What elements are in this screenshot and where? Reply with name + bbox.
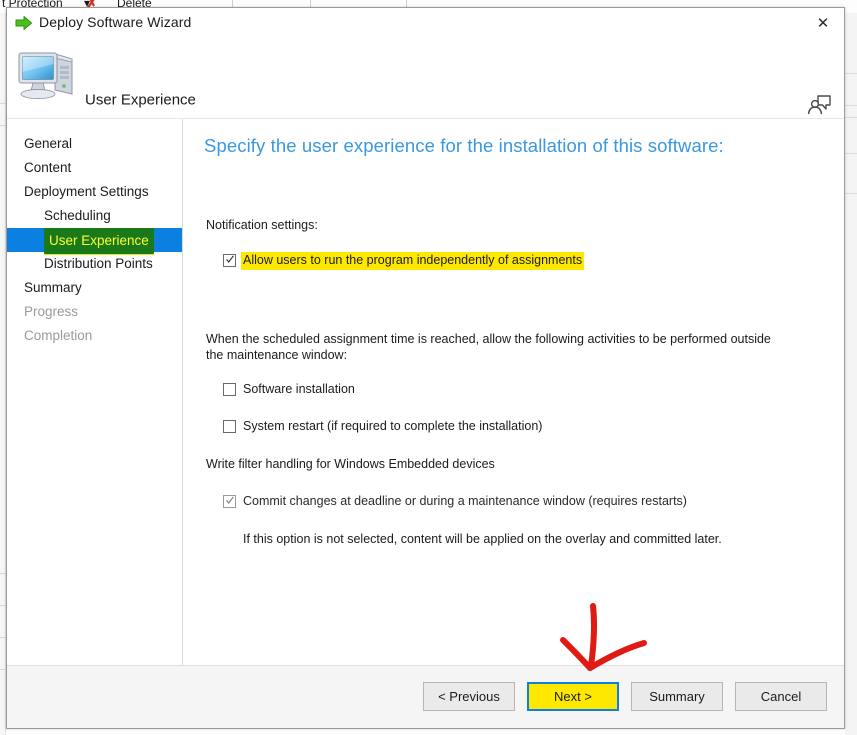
dialog-footer: < Previous Next > Summary Cancel	[7, 665, 844, 728]
header-title: User Experience	[85, 91, 196, 109]
sidebar-item-label: General	[24, 136, 73, 151]
dialog-title: Deploy Software Wizard	[39, 14, 192, 30]
background-list-tick	[0, 637, 5, 638]
sidebar-item-label: Summary	[24, 280, 82, 295]
sidebar-item-user-experience[interactable]: User Experience	[7, 228, 182, 255]
wizard-step-sidebar: General Content Deployment Settings Sche…	[7, 119, 183, 666]
next-button-label: Next >	[554, 689, 592, 704]
dialog-body: General Content Deployment Settings Sche…	[7, 119, 844, 666]
sidebar-item-progress: Progress	[7, 300, 182, 324]
system-restart-checkbox-row[interactable]: System restart (if required to complete …	[223, 419, 542, 434]
notification-settings-label: Notification settings:	[206, 218, 318, 232]
sidebar-item-content[interactable]: Content	[7, 156, 182, 180]
system-restart-checkbox-label: System restart (if required to complete …	[243, 419, 543, 433]
page-title: Specify the user experience for the inst…	[204, 135, 724, 156]
feedback-person-icon[interactable]	[806, 90, 832, 116]
sidebar-item-label: Completion	[24, 328, 93, 343]
software-installation-checkbox-label: Software installation	[243, 382, 355, 396]
commit-changes-checkbox[interactable]	[223, 495, 236, 508]
background-list-row	[845, 193, 857, 194]
sidebar-item-label: Scheduling	[44, 208, 111, 223]
sidebar-item-label: Content	[24, 160, 72, 175]
cancel-button[interactable]: Cancel	[735, 682, 827, 711]
commit-changes-checkbox-label: Commit changes at deadline or during a m…	[243, 494, 687, 508]
dialog-button-row: < Previous Next > Summary Cancel	[423, 682, 827, 711]
dialog-titlebar: Deploy Software Wizard ✕	[7, 8, 844, 38]
allow-users-checkbox[interactable]	[223, 254, 236, 267]
computer-icon	[18, 52, 73, 100]
sidebar-item-completion: Completion	[7, 324, 182, 348]
overlay-note: If this option is not selected, content …	[243, 532, 722, 546]
sidebar-item-scheduling[interactable]: Scheduling	[7, 204, 182, 228]
background-list-tick	[0, 125, 5, 126]
write-filter-label: Write filter handling for Windows Embedd…	[206, 457, 495, 471]
checkmark-icon	[226, 255, 234, 263]
checkmark-icon	[226, 496, 234, 504]
software-installation-checkbox-row[interactable]: Software installation	[223, 382, 355, 397]
sidebar-item-distribution-points[interactable]: Distribution Points	[7, 252, 182, 276]
wizard-content-pane: Specify the user experience for the inst…	[183, 119, 844, 666]
sidebar-item-label: Progress	[24, 304, 79, 319]
dialog-header: User Experience	[7, 38, 844, 119]
background-list-tick	[0, 573, 5, 574]
maintenance-window-paragraph: When the scheduled assignment time is re…	[206, 332, 771, 362]
summary-button[interactable]: Summary	[631, 682, 723, 711]
background-list-row	[845, 105, 857, 106]
software-installation-checkbox[interactable]	[223, 383, 236, 396]
close-glyph: ✕	[816, 15, 830, 32]
allow-users-checkbox-label: Allow users to run the program independe…	[241, 252, 585, 270]
background-list-tick	[0, 103, 5, 104]
next-button[interactable]: Next >	[527, 682, 619, 711]
background-list-row	[845, 73, 857, 74]
allow-users-checkbox-row[interactable]: Allow users to run the program independe…	[223, 252, 585, 270]
commit-changes-checkbox-row[interactable]: Commit changes at deadline or during a m…	[223, 494, 687, 509]
green-arrow-icon	[15, 16, 32, 30]
previous-button[interactable]: < Previous	[423, 682, 515, 711]
system-restart-checkbox[interactable]	[223, 420, 236, 433]
sidebar-item-summary[interactable]: Summary	[7, 276, 182, 300]
background-list-row	[845, 117, 857, 118]
sidebar-item-label: Deployment Settings	[24, 184, 149, 199]
deploy-software-wizard-dialog: Deploy Software Wizard ✕ User Experience…	[6, 7, 845, 729]
background-list-tick	[0, 605, 5, 606]
sidebar-item-deployment-settings[interactable]: Deployment Settings	[7, 180, 182, 204]
background-list-tick	[0, 669, 5, 670]
sidebar-item-general[interactable]: General	[7, 132, 182, 156]
sidebar-item-label: User Experience	[44, 228, 154, 255]
cancel-button-label: Cancel	[760, 689, 802, 704]
previous-button-label: < Previous	[438, 689, 500, 704]
close-icon[interactable]: ✕	[808, 12, 838, 34]
summary-button-label: Summary	[649, 689, 705, 704]
sidebar-item-label: Distribution Points	[44, 256, 153, 271]
background-right-list	[845, 13, 857, 735]
background-list-row	[845, 153, 857, 154]
